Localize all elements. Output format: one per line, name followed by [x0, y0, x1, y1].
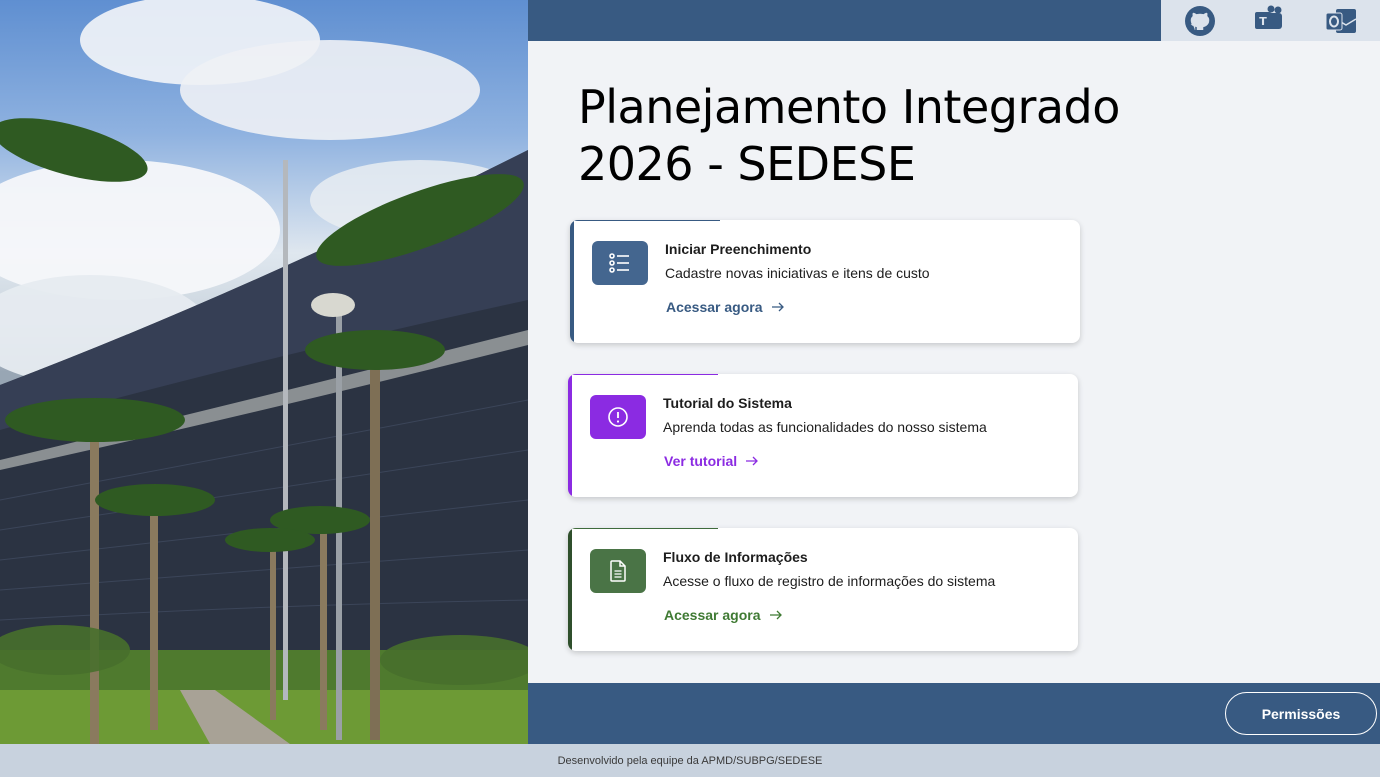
- card-accent: [570, 220, 574, 343]
- card-tutorial-do-sistema[interactable]: Tutorial do Sistema Aprenda todas as fun…: [568, 374, 1078, 497]
- github-link[interactable]: [1181, 2, 1219, 40]
- card-accent: [568, 374, 572, 497]
- card-topline: [570, 220, 720, 221]
- arrow-right-icon: [769, 610, 782, 620]
- permissions-button[interactable]: Permissões: [1225, 692, 1377, 735]
- card-link-label: Acessar agora: [666, 299, 763, 315]
- footer: Desenvolvido pela equipe da APMD/SUBPG/S…: [0, 744, 1380, 777]
- card-title: Fluxo de Informações: [663, 549, 808, 565]
- top-bar: T: [528, 0, 1380, 41]
- card-accent: [568, 528, 572, 651]
- card-link[interactable]: Acessar agora: [666, 299, 785, 315]
- svg-text:T: T: [1260, 15, 1268, 28]
- hero-photo: [0, 0, 528, 744]
- card-description: Acesse o fluxo de registro de informaçõe…: [663, 573, 996, 589]
- external-links: T: [1161, 0, 1380, 41]
- card-iniciar-preenchimento[interactable]: Iniciar Preenchimento Cadastre novas ini…: [570, 220, 1080, 343]
- card-link-label: Ver tutorial: [664, 453, 738, 469]
- card-fluxo-de-informacoes[interactable]: Fluxo de Informações Acesse o fluxo de r…: [568, 528, 1078, 651]
- teams-icon: T: [1255, 5, 1283, 29]
- footer-text: Desenvolvido pela equipe da APMD/SUBPG/S…: [557, 754, 823, 767]
- card-link-label: Acessar agora: [664, 607, 761, 623]
- document-icon: [610, 560, 626, 582]
- card-topline: [568, 528, 718, 529]
- page-title: Planejamento Integrado 2026 - SEDESE: [578, 80, 1120, 191]
- arrow-right-icon: [746, 456, 759, 466]
- outlook-link[interactable]: [1322, 2, 1360, 40]
- arrow-right-icon: [771, 302, 784, 312]
- card-icon-box: [592, 241, 648, 285]
- info-circle-icon: [608, 407, 628, 427]
- card-description: Cadastre novas iniciativas e itens de cu…: [665, 265, 930, 281]
- main-content: Planejamento Integrado 2026 - SEDESE Ini…: [528, 41, 1380, 683]
- card-title: Iniciar Preenchimento: [665, 241, 812, 257]
- card-description: Aprenda todas as funcionalidades do noss…: [663, 419, 987, 435]
- card-icon-box: [590, 395, 646, 439]
- outlook-icon: [1325, 8, 1357, 33]
- card-topline: [568, 374, 718, 375]
- teams-link[interactable]: T: [1251, 2, 1289, 40]
- card-title: Tutorial do Sistema: [663, 395, 792, 411]
- list-icon: [609, 253, 629, 273]
- card-link[interactable]: Acessar agora: [664, 607, 783, 623]
- card-link[interactable]: Ver tutorial: [664, 453, 759, 469]
- bottom-bar: Permissões: [528, 683, 1380, 744]
- card-icon-box: [590, 549, 646, 593]
- github-icon: [1185, 5, 1216, 36]
